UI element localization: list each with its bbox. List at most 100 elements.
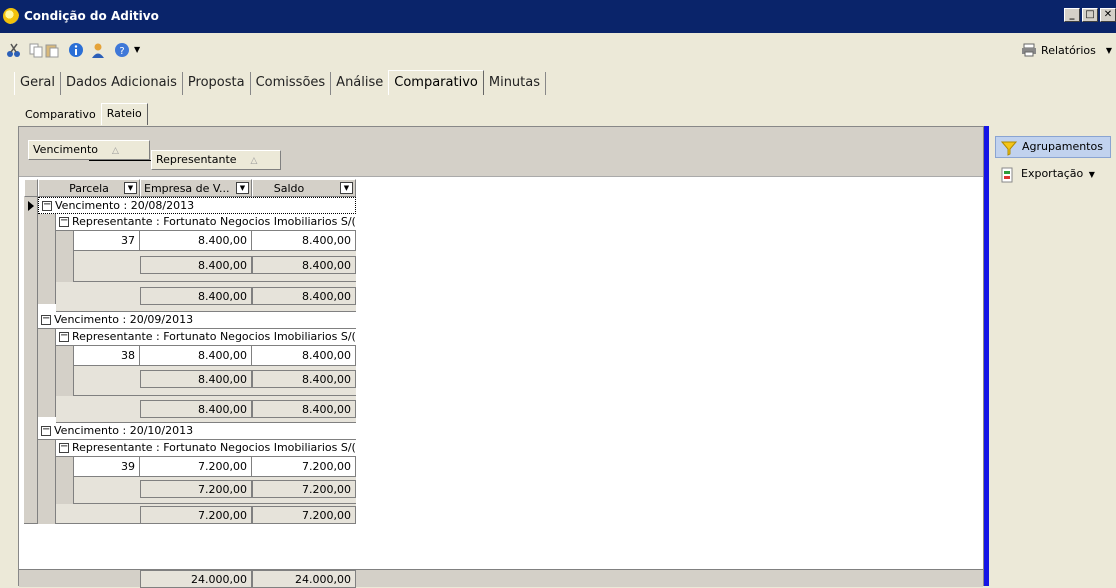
cell-saldo[interactable]: 8.400,00	[252, 346, 356, 366]
total-saldo: 8.400,00	[252, 287, 356, 305]
relatorios-button[interactable]: Relatórios ▼	[1021, 43, 1112, 57]
window-controls: _ □ ✕	[1064, 8, 1116, 22]
group-indent	[38, 214, 56, 304]
tab-analise[interactable]: Análise	[331, 72, 388, 95]
cell-saldo[interactable]: 7.200,00	[252, 457, 356, 477]
row-indicator-header	[24, 179, 38, 197]
tab-geral[interactable]: Geral	[14, 72, 61, 95]
group-chip-representante[interactable]: Representante △	[151, 150, 281, 170]
total-empresa: 8.400,00	[140, 287, 252, 305]
collapse-icon[interactable]: −	[41, 425, 51, 436]
cell-empresa[interactable]: 8.400,00	[140, 231, 252, 251]
user-icon[interactable]	[90, 42, 106, 58]
group-indent	[38, 440, 56, 524]
group-indent	[56, 231, 74, 282]
filter-dropdown-icon[interactable]: ▼	[124, 182, 137, 194]
collapse-icon[interactable]: −	[59, 331, 69, 342]
group-row-vencimento[interactable]: − Vencimento : 20/09/2013	[38, 312, 356, 329]
svg-text:?: ?	[119, 46, 124, 57]
column-header-row: Parcela ▼ Empresa de V... ▼ Saldo ▼	[24, 179, 356, 197]
group-indent	[56, 346, 74, 396]
minimize-button[interactable]: _	[1064, 8, 1080, 22]
info-icon[interactable]	[68, 42, 84, 58]
exportacao-button[interactable]: Exportação ▼	[995, 164, 1099, 186]
group-indent	[56, 457, 74, 504]
agrupamentos-label: Agrupamentos	[1022, 140, 1103, 153]
exportacao-dropdown-icon: ▼	[1088, 170, 1095, 179]
group-chip-label: Vencimento	[33, 143, 99, 156]
subtotal-empresa: 8.400,00	[140, 256, 252, 274]
exportacao-label: Exportação	[1021, 167, 1084, 180]
main-tabs: Geral Dados Adicionais Proposta Comissõe…	[14, 70, 547, 95]
subtotal-saldo: 8.400,00	[252, 370, 356, 388]
total-saldo: 7.200,00	[252, 506, 356, 524]
copy-icon[interactable]	[28, 42, 44, 58]
collapse-icon[interactable]: −	[59, 442, 69, 453]
group-row-representante[interactable]: − Representante : Fortunato Negocios Imo…	[56, 440, 356, 457]
tab-proposta[interactable]: Proposta	[183, 72, 251, 95]
paste-icon[interactable]	[44, 42, 60, 58]
cell-parcela[interactable]: 39	[74, 457, 140, 477]
column-header-saldo[interactable]: Saldo ▼	[252, 179, 356, 197]
column-header-empresa[interactable]: Empresa de V... ▼	[140, 179, 252, 197]
tab-comissoes[interactable]: Comissões	[251, 72, 332, 95]
cell-parcela[interactable]: 37	[74, 231, 140, 251]
group-row-vencimento[interactable]: − Vencimento : 20/08/2013	[38, 197, 356, 214]
column-label: Parcela	[69, 182, 109, 195]
filter-dropdown-icon[interactable]: ▼	[340, 182, 353, 194]
group-label: Representante : Fortunato Negocios Imobi…	[72, 215, 356, 228]
toolbar: ? ▼ Relatórios ▼	[0, 33, 1116, 67]
tab-dados-adicionais[interactable]: Dados Adicionais	[61, 72, 183, 95]
total-saldo: 8.400,00	[252, 400, 356, 418]
group-label: Vencimento : 20/08/2013	[55, 199, 195, 212]
group-chip-vencimento[interactable]: Vencimento △	[28, 140, 150, 160]
export-icon	[1001, 167, 1013, 183]
sort-arrow-icon: △	[112, 146, 119, 156]
close-button[interactable]: ✕	[1100, 8, 1116, 22]
sort-arrow-icon: △	[250, 156, 258, 166]
collapse-icon[interactable]: −	[42, 200, 52, 211]
tab-comparativo[interactable]: Comparativo	[388, 70, 484, 95]
relatorios-dropdown-icon: ▼	[1105, 45, 1112, 55]
cell-saldo[interactable]: 8.400,00	[252, 231, 356, 251]
window-title: Condição do Aditivo	[24, 9, 159, 23]
group-connector	[89, 160, 151, 161]
tab-minutas[interactable]: Minutas	[484, 72, 547, 95]
grand-total-saldo: 24.000,00	[252, 570, 356, 588]
column-label: Saldo	[273, 182, 305, 195]
current-row-pointer-icon	[28, 201, 34, 211]
group-row-representante[interactable]: − Representante : Fortunato Negocios Imo…	[56, 329, 356, 346]
collapse-icon[interactable]: −	[41, 314, 51, 325]
agrupamentos-button[interactable]: Agrupamentos	[995, 136, 1111, 158]
subtotal-saldo: 8.400,00	[252, 256, 356, 274]
title-bar: Condição do Aditivo _ □ ✕	[0, 0, 1116, 33]
grand-total-footer: 24.000,00 24.000,00	[19, 569, 983, 588]
help-icon[interactable]: ?	[114, 42, 130, 58]
column-header-parcela[interactable]: Parcela ▼	[38, 179, 140, 197]
group-label: Representante : Fortunato Negocios Imobi…	[72, 441, 356, 454]
subtotal-empresa: 7.200,00	[140, 480, 252, 498]
grand-total-empresa: 24.000,00	[140, 570, 252, 588]
group-label: Vencimento : 20/10/2013	[54, 424, 194, 437]
cell-parcela[interactable]: 38	[74, 346, 140, 366]
funnel-icon	[1001, 141, 1017, 156]
help-dropdown-arrow-icon[interactable]: ▼	[134, 45, 140, 54]
grid-panel: Vencimento △ Representante △ Parcela ▼ Emp…	[18, 126, 984, 588]
group-row-representante[interactable]: − Representante : Fortunato Negocios Imo…	[56, 214, 356, 231]
subtab-comparativo[interactable]: Comparativo	[20, 105, 101, 125]
collapse-icon[interactable]: −	[59, 216, 69, 227]
group-indent	[38, 329, 56, 417]
group-chip-label: Representante	[156, 153, 237, 166]
printer-icon	[1022, 43, 1037, 57]
cell-empresa[interactable]: 7.200,00	[140, 457, 252, 477]
subtab-rateio[interactable]: Rateio	[100, 103, 148, 125]
group-label: Representante : Fortunato Negocios Imobi…	[72, 330, 356, 343]
filter-dropdown-icon[interactable]: ▼	[236, 182, 249, 194]
scissors-icon[interactable]	[6, 42, 22, 58]
group-label: Vencimento : 20/09/2013	[54, 313, 194, 326]
group-by-area: Vencimento △ Representante △	[19, 127, 983, 177]
group-row-vencimento[interactable]: − Vencimento : 20/10/2013	[38, 423, 356, 440]
cell-empresa[interactable]: 8.400,00	[140, 346, 252, 366]
maximize-button[interactable]: □	[1082, 8, 1098, 22]
column-label: Empresa de V...	[144, 182, 230, 195]
